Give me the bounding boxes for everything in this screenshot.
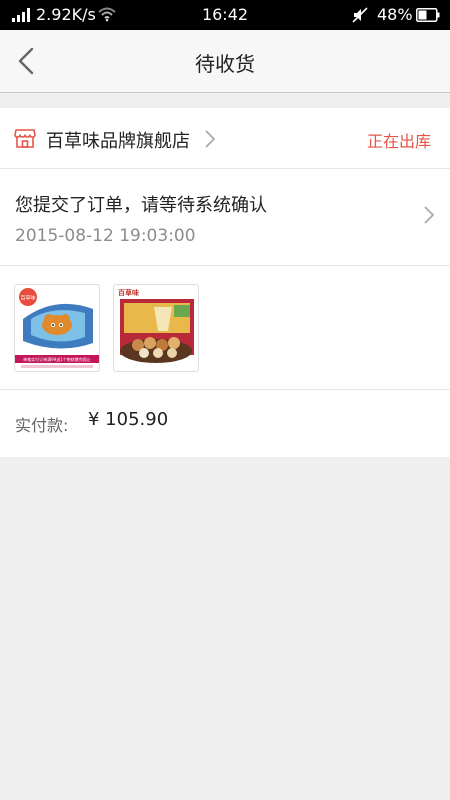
- product-thumbnail[interactable]: 百草味: [113, 284, 199, 372]
- payment-label: 实付款:: [15, 416, 69, 435]
- section-gap: [0, 93, 450, 108]
- mute-icon: [352, 7, 368, 23]
- product-thumbnail[interactable]: 百草味 单笔实付订单满99送1个抱枕赠完即止: [14, 284, 100, 372]
- order-status-message: 您提交了订单，请等待系统确认: [15, 195, 267, 216]
- payment-row: 实付款: ¥ 105.90: [0, 390, 450, 457]
- chevron-right-icon: [205, 130, 216, 148]
- store-row[interactable]: 百草味品牌旗舰店 正在出库: [0, 108, 450, 169]
- products-row: 百草味 单笔实付订单满99送1个抱枕赠完即止 百草味: [0, 266, 450, 390]
- nav-bar: 待收货: [0, 30, 450, 93]
- chevron-right-icon: [424, 206, 435, 224]
- promo-banner-text: 单笔实付订单满99送1个抱枕赠完即止: [23, 356, 91, 362]
- order-card: 百草味品牌旗舰店 正在出库 您提交了订单，请等待系统确认 2015-08-12 …: [0, 108, 450, 457]
- store-icon: [14, 129, 36, 148]
- page-title: 待收货: [195, 52, 255, 76]
- brand-logo-text: 百草味: [20, 295, 35, 302]
- order-timestamp: 2015-08-12 19:03:00: [15, 226, 196, 246]
- order-status-row[interactable]: 您提交了订单，请等待系统确认 2015-08-12 19:03:00: [0, 169, 450, 266]
- battery-percent: 48%: [377, 5, 413, 24]
- battery-icon: [416, 8, 440, 22]
- status-bar: 2.92K/s 16:42 48%: [0, 0, 450, 30]
- order-status-badge: 正在出库: [366, 132, 431, 151]
- store-name: 百草味品牌旗舰店: [46, 131, 190, 152]
- payment-amount: ¥ 105.90: [88, 409, 169, 430]
- snack-box-product-image: 百草味: [114, 285, 198, 371]
- brand-logo-text: 百草味: [118, 288, 139, 297]
- pillow-product-image: 百草味 单笔实付订单满99送1个抱枕赠完即止: [15, 285, 99, 371]
